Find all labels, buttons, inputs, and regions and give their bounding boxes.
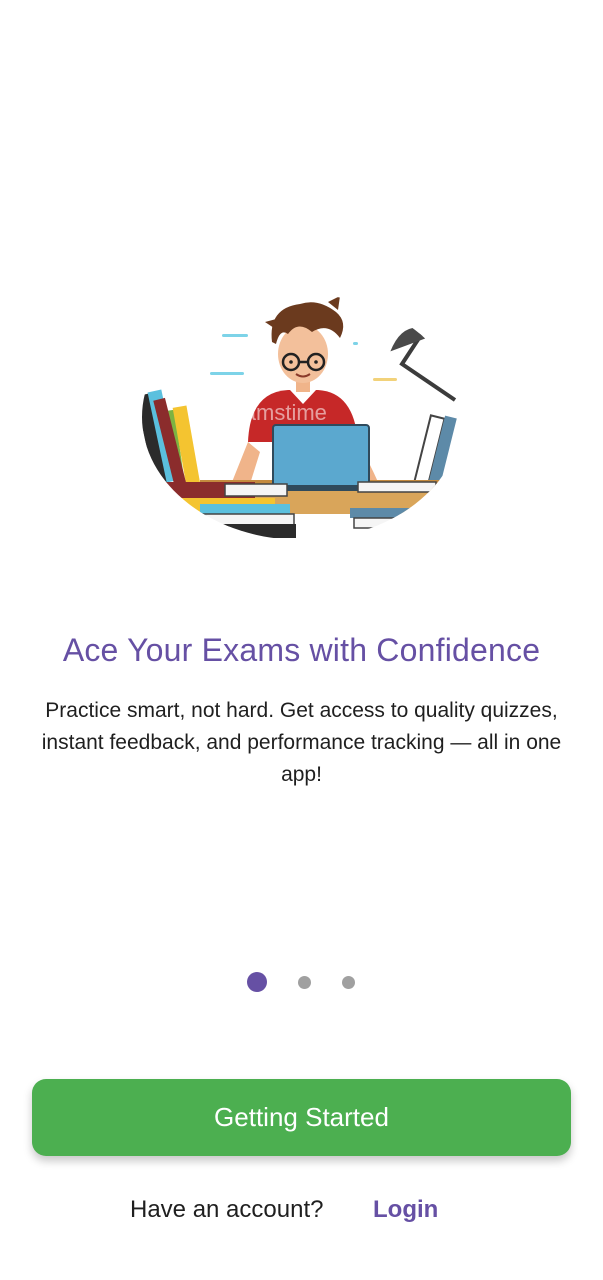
- getting-started-button[interactable]: Getting Started: [32, 1079, 571, 1156]
- account-row: Have an account? Login: [0, 1196, 603, 1228]
- page-dot-2[interactable]: [298, 976, 311, 989]
- watermark-text: dreamstime: [212, 400, 327, 425]
- page-dot-1-active[interactable]: [247, 972, 267, 992]
- login-link[interactable]: Login: [373, 1196, 438, 1224]
- page-indicator: [0, 972, 603, 994]
- student-studying-illustration: dreamstime: [142, 296, 460, 538]
- onboarding-title: Ace Your Exams with Confidence: [62, 632, 541, 668]
- page-dot-3[interactable]: [342, 976, 355, 989]
- onboarding-screen: dreamstime Ace Your Exams with Confidenc…: [0, 0, 603, 1280]
- account-prompt-text: Have an account?: [130, 1196, 324, 1223]
- onboarding-description: Practice smart, not hard. Get access to …: [41, 699, 562, 786]
